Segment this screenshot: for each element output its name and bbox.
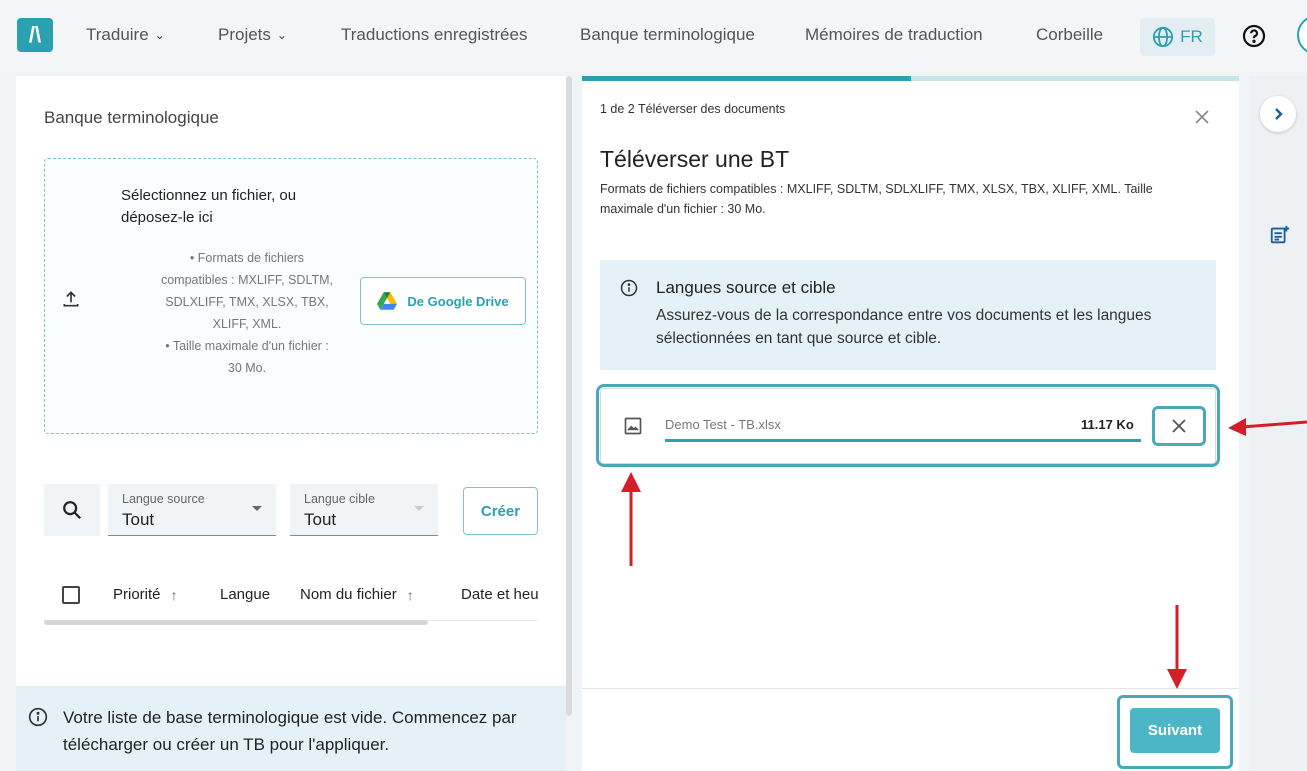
termbase-panel: Banque terminologique Sélectionnez un fi… [16,76,566,771]
step-progress-bar [582,76,1239,81]
modal-subtitle: Formats de fichiers compatibles : MXLIFF… [600,182,1153,216]
column-label: Langue [220,586,271,603]
caret-down-icon [252,506,262,511]
annotation-arrow-left [1228,418,1307,436]
language-button[interactable]: FR [1140,18,1215,56]
file-size: 11.17 Ko [1081,417,1134,432]
column-label: Priorité [113,586,161,603]
dropzone-requirements: Formats de fichiers compatibles : MXLIFF… [157,247,337,379]
sort-arrow-icon: ↑ [406,586,414,603]
nav-item-banque[interactable]: Banque terminologique [580,25,755,45]
globe-icon [1153,26,1174,48]
google-drive-label: De Google Drive [407,293,509,309]
panel-scrollbar[interactable] [566,76,572,716]
column-header-priority[interactable]: Priorité ↑ [113,586,178,603]
empty-state-banner: Votre liste de base terminologique est v… [16,686,566,771]
expand-sidebar-button[interactable] [1260,96,1296,132]
select-value: Tout [122,510,155,529]
nav-label: Mémoires de traduction [805,25,983,44]
nav-label: Traductions enregistrées [341,25,528,44]
dropzone-title: Sélectionnez un fichier, ou déposez-le i… [121,187,297,226]
app-logo[interactable]: /\ [17,18,53,52]
file-name: Demo Test - TB.xlsx [665,417,781,432]
column-header-date[interactable]: Date et heu [461,586,538,603]
google-drive-icon [377,292,398,310]
file-upload-progress [665,439,1141,442]
column-header-filename[interactable]: Nom du fichier ↑ [300,586,414,603]
column-label: Date et heu [461,586,538,603]
sort-arrow-icon: ↑ [170,586,178,603]
close-icon[interactable] [1194,109,1210,125]
uploaded-file-row: Demo Test - TB.xlsx 11.17 Ko [600,388,1216,464]
modal-title: Téléverser une BT [600,146,790,172]
empty-state-text: Votre liste de base terminologique est v… [63,708,517,754]
chevron-right-icon [1275,108,1283,120]
info-icon [28,707,48,727]
list-item: Taille maximale d'un fichier : 30 Mo. [157,335,337,379]
nav-label: Corbeille [1036,25,1104,44]
select-label: Langue source [122,492,205,506]
nav-label: Projets [218,25,271,44]
caret-down-icon [414,506,424,511]
remove-file-button[interactable] [1152,406,1206,446]
select-value: Tout [304,510,337,529]
create-button[interactable]: Créer [463,487,538,535]
add-note-icon[interactable] [1269,224,1291,246]
nav-label: Banque terminologique [580,25,755,44]
info-icon [620,279,638,297]
nav-item-traductions[interactable]: Traductions enregistrées [341,25,527,45]
close-icon [1172,419,1186,433]
info-body: Assurez-vous de la correspondance entre … [656,307,1152,347]
language-label: FR [1180,27,1203,46]
nav-item-memoires[interactable]: Mémoires de traduction [805,25,983,45]
table-header: Priorité ↑ Langue Nom du fichier ↑ Date … [44,576,538,616]
chevron-down-icon: ⌄ [154,28,165,42]
target-language-select[interactable]: Langue cible Tout [290,484,438,536]
list-item: Formats de fichiers compatibles : MXLIFF… [157,247,337,335]
image-file-icon [624,417,642,435]
horizontal-scrollbar[interactable] [44,620,428,625]
chevron-down-icon: ⌄ [276,28,287,42]
column-header-language[interactable]: Langue [220,586,270,603]
nav-item-projets[interactable]: Projets ⌄ [218,25,287,45]
top-nav: /\ Traduire ⌄ Projets ⌄ Traductions enre… [0,0,1307,72]
search-icon [63,501,82,520]
google-drive-button[interactable]: De Google Drive [360,277,526,325]
annotation-arrow-up [621,472,641,566]
avatar[interactable] [1297,15,1307,55]
next-button[interactable]: Suivant [1130,708,1220,753]
column-label: Nom du fichier [300,586,397,603]
annotation-arrow-down [1167,605,1187,689]
file-dropzone[interactable]: Sélectionnez un fichier, ou déposez-le i… [44,158,538,434]
panel-title: Banque terminologique [44,108,219,127]
source-language-select[interactable]: Langue source Tout [108,484,276,536]
filter-row: Langue source Tout Langue cible Tout Cré… [44,480,538,538]
nav-item-corbeille[interactable]: Corbeille [1036,25,1103,45]
info-title: Langues source et cible [656,278,836,297]
select-label: Langue cible [304,492,375,506]
step-indicator: 1 de 2 Téléverser des documents [600,102,786,116]
help-icon[interactable] [1242,24,1266,48]
nav-label: Traduire [86,25,149,44]
select-all-checkbox[interactable] [62,586,80,604]
modal-footer-divider [582,688,1239,689]
nav-item-traduire[interactable]: Traduire ⌄ [86,25,165,45]
language-info-box: Langues source et cible Assurez-vous de … [600,260,1216,370]
upload-icon [63,291,79,307]
upload-modal: 1 de 2 Téléverser des documents Télévers… [582,76,1239,771]
step-progress-fill [582,76,911,81]
search-button[interactable] [44,484,100,536]
